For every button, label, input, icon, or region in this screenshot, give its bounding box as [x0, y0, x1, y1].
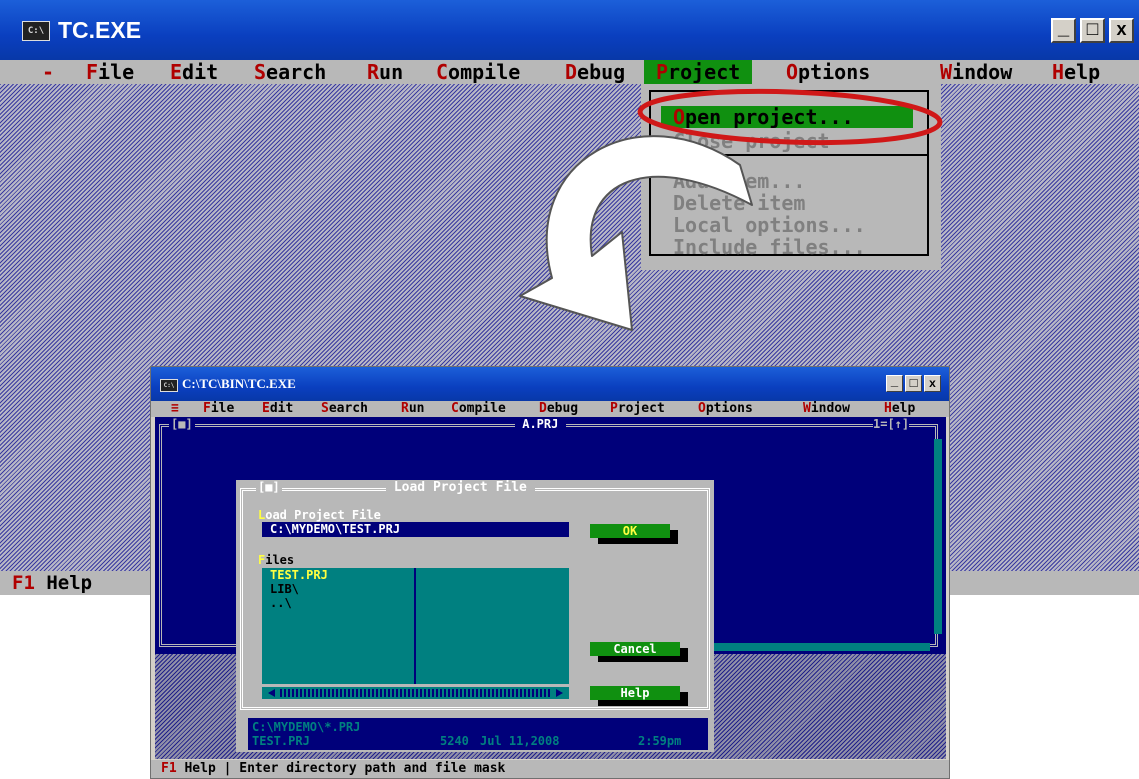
- menu-item-local-options[interactable]: Local options...: [673, 214, 866, 236]
- scroll-track[interactable]: [280, 689, 552, 697]
- front-menu-search[interactable]: Search: [321, 401, 368, 417]
- files-list[interactable]: TEST.PRJ LIB\ ..\: [262, 568, 569, 684]
- back-menu-file[interactable]: File: [86, 60, 134, 84]
- ok-button[interactable]: OK: [590, 524, 670, 538]
- console-icon[interactable]: C:\: [22, 21, 50, 41]
- back-menu-search[interactable]: Search: [254, 60, 326, 84]
- menu-item-delete-item[interactable]: Delete item: [673, 192, 805, 214]
- project-menu: Open project... Close project Add item..…: [641, 84, 941, 270]
- file-info-panel: C:\MYDEMO\*.PRJ TEST.PRJ 5240 Jul 11,200…: [248, 718, 708, 750]
- maximize-button[interactable]: □: [905, 375, 922, 392]
- back-window-title: TC.EXE: [58, 17, 142, 43]
- info-path: C:\MYDEMO\*.PRJ: [252, 720, 361, 734]
- front-menu-window[interactable]: Window: [803, 401, 850, 417]
- vertical-scrollbar[interactable]: [934, 439, 942, 634]
- close-button[interactable]: x: [924, 375, 941, 392]
- back-status-key[interactable]: F1: [12, 572, 35, 594]
- front-menu-edit[interactable]: Edit: [262, 401, 293, 417]
- dialog-title: Load Project File: [386, 480, 535, 495]
- project-file-input[interactable]: C:\MYDEMO\TEST.PRJ: [262, 522, 569, 537]
- front-menu-system[interactable]: ≡: [171, 401, 179, 417]
- info-size: 5240: [440, 734, 469, 748]
- editor-window-number[interactable]: 1=[↑]: [873, 417, 910, 431]
- menu-item-open-project[interactable]: Open project...: [661, 106, 913, 128]
- back-menu-edit[interactable]: Edit: [170, 60, 218, 84]
- back-menu-help[interactable]: Help: [1052, 60, 1100, 84]
- back-menu-compile[interactable]: Compile: [436, 60, 520, 84]
- menu-item-add-item[interactable]: Add item...: [673, 170, 805, 192]
- front-title-bar[interactable]: C:\ C:\TC\BIN\TC.EXE _ □ x: [151, 367, 949, 401]
- info-file: TEST.PRJ: [252, 734, 310, 748]
- back-menu-run[interactable]: Run: [367, 60, 403, 84]
- files-label: Files: [258, 553, 295, 567]
- file-item[interactable]: ..\: [270, 596, 292, 610]
- dialog-close-marker[interactable]: [■]: [256, 480, 282, 494]
- back-title-bar[interactable]: C:\ TC.EXE _ □ x: [0, 0, 1139, 60]
- front-window: C:\ C:\TC\BIN\TC.EXE _ □ x ≡ File Edit Sear…: [150, 366, 950, 779]
- files-scrollbar[interactable]: [262, 687, 569, 699]
- help-button[interactable]: Help: [590, 686, 680, 700]
- front-menu-help[interactable]: Help: [884, 401, 915, 417]
- menu-item-include-files[interactable]: Include files...: [673, 236, 866, 258]
- front-status-text: Help | Enter directory path and file mas…: [176, 761, 506, 776]
- back-menu-project[interactable]: Project: [644, 60, 753, 84]
- minimize-button[interactable]: _: [1051, 18, 1076, 43]
- front-window-title: C:\TC\BIN\TC.EXE: [182, 376, 296, 391]
- project-file-label: Load Project File: [258, 508, 381, 522]
- front-menu-project[interactable]: Project: [610, 401, 665, 417]
- front-status-key[interactable]: F1: [161, 761, 177, 776]
- back-menu-system[interactable]: -: [42, 60, 54, 84]
- back-menu-debug[interactable]: Debug: [565, 60, 625, 84]
- back-menu-window[interactable]: Window: [940, 60, 1012, 84]
- maximize-button[interactable]: □: [1080, 18, 1105, 43]
- front-menu-file[interactable]: File: [203, 401, 234, 417]
- back-status-text: Help: [34, 572, 93, 594]
- files-list-divider: [414, 568, 416, 684]
- back-menu-bar: - File Edit Search Run Compile Debug Project Opt…: [0, 60, 1139, 84]
- load-project-dialog: [■] Load Project File Load Project File …: [236, 480, 714, 752]
- project-menu-divider: [651, 154, 927, 156]
- close-button[interactable]: x: [1109, 18, 1134, 43]
- front-menu-options[interactable]: Options: [698, 401, 753, 417]
- front-menu-compile[interactable]: Compile: [451, 401, 506, 417]
- editor-title: A.PRJ: [515, 417, 566, 431]
- scroll-left-arrow-icon[interactable]: [268, 689, 275, 697]
- scroll-right-arrow-icon[interactable]: [556, 689, 563, 697]
- file-item[interactable]: LIB\: [270, 582, 299, 596]
- front-menu-debug[interactable]: Debug: [539, 401, 578, 417]
- front-menu-bar: ≡ File Edit Search Run Compile Debug Project Opt…: [151, 401, 949, 417]
- cancel-button[interactable]: Cancel: [590, 642, 680, 656]
- info-time: 2:59pm: [638, 734, 682, 748]
- editor-close-marker[interactable]: [■]: [169, 417, 195, 431]
- menu-item-close-project[interactable]: Close project: [673, 130, 830, 152]
- info-date: Jul 11,2008: [480, 734, 560, 748]
- file-item-selected[interactable]: TEST.PRJ: [270, 568, 328, 582]
- console-icon[interactable]: C:\: [160, 379, 178, 392]
- front-menu-run[interactable]: Run: [401, 401, 424, 417]
- front-status-bar: F1 Help | Enter directory path and file …: [151, 760, 949, 778]
- minimize-button[interactable]: _: [886, 374, 903, 392]
- back-menu-options[interactable]: Options: [786, 60, 870, 84]
